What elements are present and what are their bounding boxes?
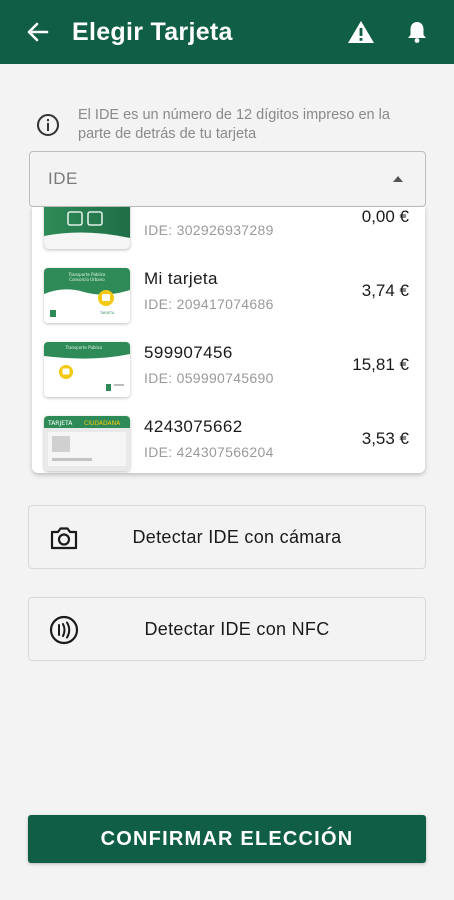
- camera-icon: [48, 522, 80, 554]
- card-balance: 3,74 €: [361, 281, 409, 300]
- info-text: El IDE es un número de 12 dígitos impres…: [78, 107, 390, 142]
- svg-text:Transporte Público: Transporte Público: [65, 345, 103, 350]
- detect-nfc-label: Detectar IDE con NFC: [144, 618, 330, 639]
- card-thumbnail: [44, 207, 130, 249]
- card-thumbnail: Transporte Público: [44, 342, 130, 397]
- card-balance: 3,53 €: [361, 429, 409, 448]
- card-ide: IDE: 059990745690: [144, 370, 274, 386]
- page-title: Elegir Tarjeta: [72, 17, 233, 46]
- ide-info: El IDE es un número de 12 dígitos impres…: [36, 106, 426, 144]
- app-bar: Elegir Tarjeta: [0, 0, 454, 64]
- card-thumbnail: Transporte Público Consorcio Urbano TARJ…: [44, 268, 130, 323]
- back-arrow-icon[interactable]: [24, 18, 52, 46]
- card-name: Mi tarjeta: [144, 269, 218, 288]
- warning-icon[interactable]: [346, 18, 376, 46]
- detect-nfc-button[interactable]: Detectar IDE con NFC: [28, 597, 426, 661]
- card-thumbnail: TARJETA CIUDADANA: [44, 416, 130, 471]
- detect-camera-button[interactable]: Detectar IDE con cámara: [28, 505, 426, 569]
- card-balance: 0,00 €: [361, 207, 409, 226]
- card-ide: IDE: 424307566204: [144, 444, 274, 460]
- confirm-label: CONFIRMAR ELECCIÓN: [100, 827, 354, 850]
- svg-text:CIUDADANA: CIUDADANA: [84, 420, 121, 427]
- card-balance: 15,81 €: [352, 355, 409, 374]
- ide-select[interactable]: IDE: [29, 151, 426, 207]
- card-name: 4243075662: [144, 417, 243, 436]
- svg-text:Consorcio Urbano: Consorcio Urbano: [69, 277, 105, 282]
- card-ide: IDE: 302926937289: [144, 222, 274, 238]
- bell-icon[interactable]: [404, 18, 430, 46]
- nfc-icon: [48, 614, 80, 646]
- dropdown-arrow-icon: [393, 176, 403, 182]
- card-name: 599907456: [144, 343, 233, 362]
- detect-camera-label: Detectar IDE con cámara: [132, 526, 342, 547]
- card-list: IDE: 302926937289 0,00 € Transporte Públ…: [32, 207, 425, 473]
- card-ide: IDE: 209417074686: [144, 296, 274, 312]
- card-row[interactable]: Transporte Público 599907456 IDE: 059990…: [32, 333, 425, 407]
- confirm-button[interactable]: CONFIRMAR ELECCIÓN: [28, 815, 426, 863]
- info-icon: [36, 113, 60, 137]
- card-row[interactable]: IDE: 302926937289 0,00 €: [32, 207, 425, 259]
- ide-select-value: IDE: [48, 169, 78, 188]
- card-row[interactable]: TARJETA CIUDADANA 4243075662 IDE: 424307…: [32, 407, 425, 473]
- svg-text:TARJETA: TARJETA: [47, 420, 73, 427]
- svg-text:TARJETA: TARJETA: [99, 311, 115, 315]
- card-row[interactable]: Transporte Público Consorcio Urbano TARJ…: [32, 259, 425, 333]
